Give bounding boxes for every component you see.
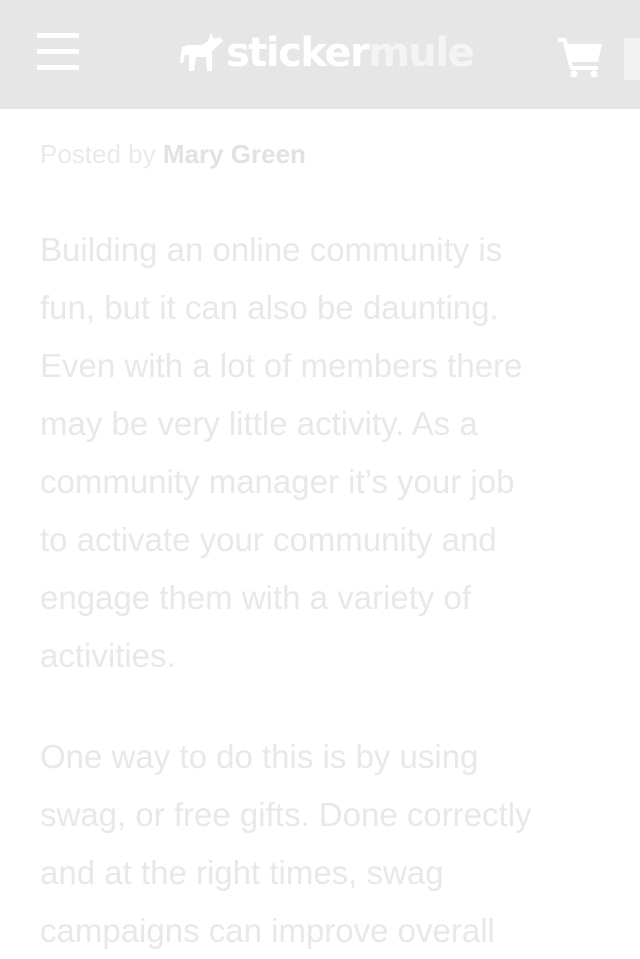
paragraph-line: fun, but it can also be daunting. xyxy=(40,289,499,326)
page: stickermule Posted by Mary Green Buildin… xyxy=(0,0,640,959)
top-nav-bar: stickermule xyxy=(0,0,640,109)
paragraph-line: community manager it’s your job xyxy=(40,463,515,500)
paragraph-line: swag, or free gifts. Done correctly xyxy=(40,796,532,833)
byline-prefix: Posted by xyxy=(40,139,156,169)
paragraph-line: activities. xyxy=(40,637,176,674)
logo-text-mule: mule xyxy=(368,30,475,76)
menu-bar-top xyxy=(37,33,79,38)
paragraph-line: One way to do this is by using xyxy=(40,738,479,775)
article-paragraph-1: Building an online community is fun, but… xyxy=(40,221,620,685)
shopping-cart-icon[interactable] xyxy=(556,36,604,78)
paragraph-line: may be very little activity. As a xyxy=(40,405,478,442)
stickermule-logo[interactable]: stickermule xyxy=(178,28,475,78)
menu-bar-bottom xyxy=(37,65,79,70)
paragraph-line: and at the right times, swag xyxy=(40,854,444,891)
search-toggle-partial[interactable] xyxy=(624,38,640,80)
logo-text-sticker: sticker xyxy=(226,30,370,76)
article-paragraph-2: One way to do this is by using swag, or … xyxy=(40,728,620,959)
paragraph-line: engage them with a variety of xyxy=(40,579,472,616)
hamburger-menu-icon[interactable] xyxy=(34,30,82,74)
paragraph-line: Building an online community is xyxy=(40,231,503,268)
cart-glyph xyxy=(558,38,602,78)
paragraph-line: Even with a lot of members there xyxy=(40,347,523,384)
post-byline: Posted by Mary Green xyxy=(40,138,306,170)
paragraph-line: to activate your community and xyxy=(40,521,497,558)
mule-logo-icon xyxy=(180,33,223,71)
logo-wordmark: stickermule xyxy=(226,28,475,78)
author-link[interactable]: Mary Green xyxy=(163,139,306,169)
menu-bar-middle xyxy=(37,49,79,54)
paragraph-line: campaigns can improve overall xyxy=(40,912,495,949)
